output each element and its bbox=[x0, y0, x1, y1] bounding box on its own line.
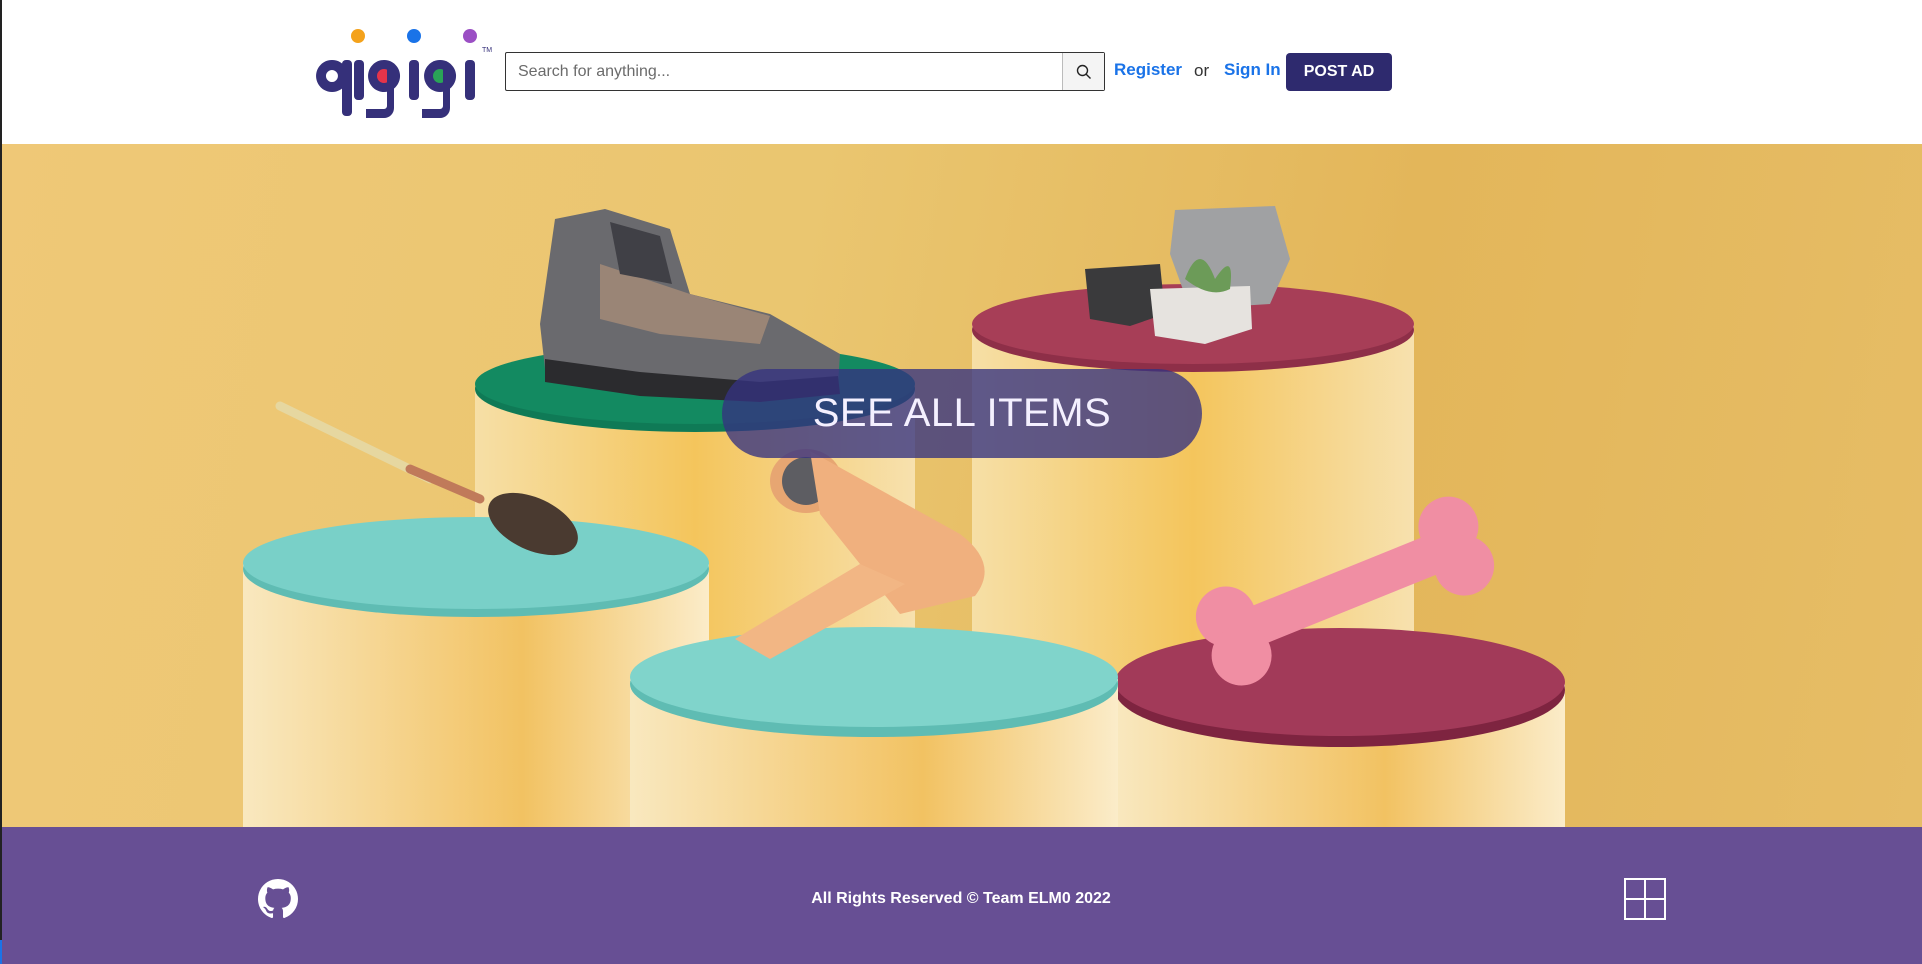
site-logo[interactable]: TM bbox=[310, 24, 492, 120]
window-left-accent bbox=[0, 940, 2, 964]
search-bar bbox=[505, 52, 1105, 91]
svg-text:TM: TM bbox=[482, 47, 492, 54]
search-icon bbox=[1076, 64, 1091, 79]
site-footer: All Rights Reserved © Team ELM0 2022 bbox=[0, 827, 1922, 964]
hero-image bbox=[243, 206, 1565, 827]
see-all-items-button[interactable]: SEE ALL ITEMS bbox=[722, 369, 1202, 458]
search-input[interactable] bbox=[506, 53, 1062, 90]
site-header: TM Register or Sign In POST AD bbox=[0, 0, 1922, 144]
register-link[interactable]: Register bbox=[1114, 60, 1182, 80]
hero-banner: SEE ALL ITEMS bbox=[0, 144, 1922, 827]
search-button[interactable] bbox=[1062, 53, 1104, 90]
post-ad-button[interactable]: POST AD bbox=[1286, 53, 1392, 91]
window-left-border bbox=[0, 0, 2, 964]
qigigi-logo-icon: TM bbox=[316, 29, 492, 118]
windows-grid-icon bbox=[1624, 878, 1666, 920]
or-separator: or bbox=[1194, 61, 1210, 80]
signin-link[interactable]: Sign In bbox=[1224, 60, 1281, 80]
windows-grid-link[interactable] bbox=[1624, 878, 1666, 920]
